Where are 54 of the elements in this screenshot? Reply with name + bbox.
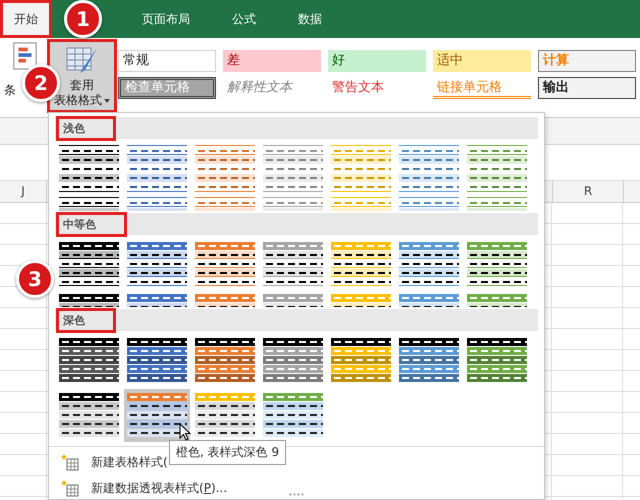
table-style-thumbnail[interactable] [195,145,255,192]
table-style-thumbnail[interactable] [59,337,119,384]
table-style-thumbnail[interactable] [127,337,187,384]
menu-item[interactable]: 新建表格样式( [55,449,168,475]
table-style-thumbnail[interactable] [127,145,187,192]
section-title: 深色 [59,310,113,330]
table-style-thumbnail[interactable] [59,241,119,288]
cell-style[interactable]: 常规 [118,50,216,72]
table-style-thumbnail[interactable] [263,337,323,384]
menu-item-label: 新建表格样式( [91,454,168,470]
table-style-thumbnail[interactable] [195,337,255,384]
table-style-thumbnail[interactable] [263,392,323,439]
table-style-thumbnail[interactable] [263,145,323,192]
table-brush-icon [65,46,99,76]
table-style-thumbnail[interactable] [467,145,527,192]
table-style-thumbnail[interactable] [263,241,323,288]
table-style-thumbnail[interactable] [127,241,187,288]
table-style-thumbnail[interactable] [59,145,119,192]
new-table-icon [61,453,79,471]
menu-item-label: 新建数据透视表样式(P)... [91,480,228,496]
cell-style[interactable]: 输出 [538,77,636,99]
mouse-pointer-icon [179,423,191,441]
table-style-thumbnail[interactable] [399,145,459,192]
cell-style[interactable]: 适中 [433,50,531,72]
table-style-thumbnail[interactable] [59,392,119,439]
menu-item[interactable]: 新建数据透视表样式(P)... [55,475,228,500]
ribbon-tab[interactable]: 公式 [224,0,264,38]
table-style-thumbnail[interactable] [195,392,255,439]
column-header: R [552,181,624,202]
caret-icon [104,98,110,102]
new-table-icon [61,479,79,497]
table-style-thumbnail[interactable] [331,337,391,384]
table-style-thumbnail[interactable] [467,337,527,384]
tooltip: 橙色, 表样式深色 9 [169,440,286,465]
table-style-thumbnail[interactable] [399,241,459,288]
ribbon-tab[interactable]: 页面布局 [134,0,198,38]
bar-chart-icon[interactable] [12,42,38,70]
table-style-thumbnail[interactable] [127,392,187,439]
section-title: 浅色 [59,118,113,138]
table-style-thumbnail[interactable] [195,241,255,288]
conditional-format-button[interactable]: 条 [4,82,16,99]
ribbon-tab[interactable]: 开始 [0,0,52,38]
step-badge: 3 [16,260,54,298]
section-title: 中等色 [59,214,124,234]
column-header: J [0,181,47,202]
cell-style[interactable]: 解释性文本 [223,77,321,99]
resize-grip-icon[interactable] [289,493,305,496]
cell-style[interactable]: 差 [223,50,321,72]
cell-style[interactable]: 好 [328,50,426,72]
table-style-thumbnail[interactable] [467,241,527,288]
table-style-thumbnail[interactable] [399,337,459,384]
table-style-thumbnail[interactable] [331,241,391,288]
cell-style[interactable]: 警告文本 [328,77,426,99]
ribbon-tab[interactable]: 数据 [290,0,330,38]
